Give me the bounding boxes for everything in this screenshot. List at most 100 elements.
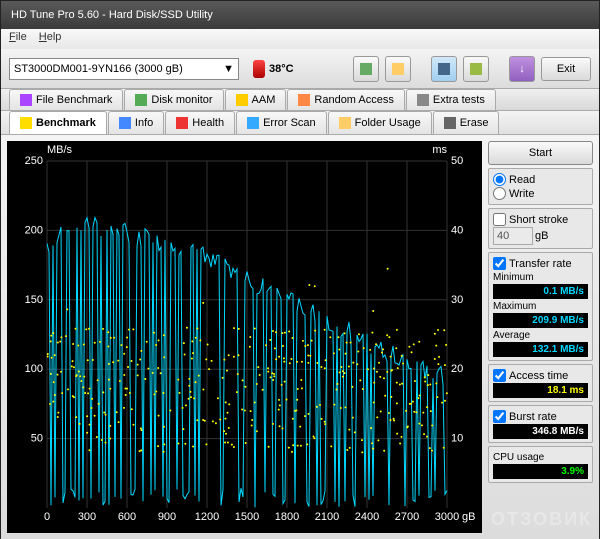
average-label: Average [493, 330, 588, 341]
short-stroke-check[interactable]: Short stroke [493, 213, 588, 226]
tab-health[interactable]: Health [165, 111, 235, 134]
tab-file-benchmark[interactable]: File Benchmark [9, 89, 123, 110]
tab-erase[interactable]: Erase [433, 111, 500, 134]
stroke-group: Short stroke gB [488, 208, 593, 249]
svg-text:1500: 1500 [235, 511, 259, 523]
cpu-group: CPU usage 3.9% [488, 446, 593, 483]
save-button[interactable]: ↓ [509, 56, 535, 82]
svg-text:300: 300 [78, 511, 96, 523]
burst-rate-check[interactable]: Burst rate [493, 410, 588, 423]
tab-disk-monitor[interactable]: Disk monitor [124, 89, 223, 110]
info-icon [119, 117, 131, 129]
svg-text:600: 600 [118, 511, 136, 523]
tab-row-lower: Benchmark Info Health Error Scan Folder … [1, 111, 599, 135]
svg-text:MB/s: MB/s [47, 144, 73, 156]
svg-text:150: 150 [25, 294, 43, 306]
svg-text:50: 50 [31, 433, 43, 445]
tab-aam[interactable]: AAM [225, 89, 287, 110]
svg-text:3000: 3000 [435, 511, 459, 523]
svg-text:2400: 2400 [355, 511, 379, 523]
options-button[interactable] [463, 56, 489, 82]
drive-select[interactable]: ST3000DM001-9YN166 (3000 gB) ▼ [9, 58, 239, 80]
burst-value: 346.8 MB/s [493, 424, 588, 439]
camera-button[interactable] [431, 56, 457, 82]
maximum-label: Maximum [493, 301, 588, 312]
benchmark-chart: 50 100 150 200 250 10 20 30 40 50 0 300 600 900 1200 15… [7, 141, 482, 533]
svg-text:1200: 1200 [195, 511, 219, 523]
menu-help[interactable]: Help [39, 31, 62, 47]
camera-icon [438, 63, 450, 75]
tab-info[interactable]: Info [108, 111, 164, 134]
minimum-label: Minimum [493, 272, 588, 283]
average-value: 132.1 MB/s [493, 342, 588, 357]
svg-text:0: 0 [44, 511, 50, 523]
svg-text:2700: 2700 [395, 511, 419, 523]
search-icon [247, 117, 259, 129]
side-panel: Start Read Write Short stroke gB Transfe… [488, 141, 593, 533]
read-radio[interactable]: Read [493, 173, 588, 186]
tab-row-upper: File Benchmark Disk monitor AAM Random A… [1, 89, 599, 111]
svg-text:1800: 1800 [275, 511, 299, 523]
trash-icon [444, 117, 456, 129]
svg-text:40: 40 [451, 224, 463, 236]
tab-random-access[interactable]: Random Access [287, 89, 404, 110]
temperature-value: 38°C [269, 63, 294, 75]
stroke-spinner[interactable]: gB [493, 227, 588, 245]
svg-text:100: 100 [25, 363, 43, 375]
arrow-down-icon: ↓ [519, 63, 525, 75]
cpu-label: CPU usage [493, 452, 588, 463]
bulb-yellow-icon [20, 117, 32, 129]
stroke-input[interactable] [493, 227, 533, 245]
svg-text:50: 50 [451, 155, 463, 167]
copy-icon [360, 63, 372, 75]
svg-text:20: 20 [451, 363, 463, 375]
access-group: Access time 18.1 ms [488, 364, 593, 402]
start-button[interactable]: Start [488, 141, 593, 165]
menu-file[interactable]: File [9, 31, 27, 47]
maximum-value: 209.9 MB/s [493, 313, 588, 328]
tab-extra-tests[interactable]: Extra tests [406, 89, 496, 110]
gears-icon [470, 63, 482, 75]
access-value: 18.1 ms [493, 383, 588, 398]
svg-text:900: 900 [158, 511, 176, 523]
transfer-group: Transfer rate Minimum 0.1 MB/s Maximum 2… [488, 252, 593, 361]
burst-group: Burst rate 346.8 MB/s [488, 405, 593, 443]
content-area: 50 100 150 200 250 10 20 30 40 50 0 300 600 900 1200 15… [1, 135, 599, 539]
svg-text:200: 200 [25, 224, 43, 236]
access-time-check[interactable]: Access time [493, 369, 588, 382]
bulb-icon [20, 94, 32, 106]
extra-icon [417, 94, 429, 106]
svg-text:30: 30 [451, 294, 463, 306]
health-icon [176, 117, 188, 129]
svg-text:250: 250 [25, 155, 43, 167]
screenshot-button[interactable] [385, 56, 411, 82]
drive-name: ST3000DM001-9YN166 (3000 gB) [14, 63, 183, 75]
temperature-display: 38°C [253, 60, 294, 78]
app-window: HD Tune Pro 5.60 - Hard Disk/SSD Utility… [0, 0, 600, 538]
cpu-value: 3.9% [493, 464, 588, 479]
thermometer-icon [253, 60, 265, 78]
tab-folder-usage[interactable]: Folder Usage [328, 111, 432, 134]
speaker-icon [236, 94, 248, 106]
titlebar: HD Tune Pro 5.60 - Hard Disk/SSD Utility [1, 1, 599, 29]
svg-text:2100: 2100 [315, 511, 339, 523]
dropdown-arrow-icon: ▼ [223, 63, 234, 75]
mode-group: Read Write [488, 168, 593, 205]
exit-button[interactable]: Exit [541, 57, 591, 81]
svg-text:gB: gB [462, 511, 475, 523]
toolbar: ST3000DM001-9YN166 (3000 gB) ▼ 38°C ↓ Ex… [1, 49, 599, 89]
folder-icon [339, 117, 351, 129]
copy-info-button[interactable] [353, 56, 379, 82]
tab-error-scan[interactable]: Error Scan [236, 111, 327, 134]
write-radio[interactable]: Write [493, 187, 588, 200]
random-icon [298, 94, 310, 106]
svg-text:ms: ms [432, 144, 447, 156]
menubar: File Help [1, 29, 599, 49]
chart-svg: 50 100 150 200 250 10 20 30 40 50 0 300 600 900 1200 15… [7, 141, 482, 533]
monitor-icon [135, 94, 147, 106]
transfer-rate-check[interactable]: Transfer rate [493, 257, 588, 270]
minimum-value: 0.1 MB/s [493, 284, 588, 299]
svg-text:10: 10 [451, 433, 463, 445]
tab-benchmark[interactable]: Benchmark [9, 111, 107, 134]
page-icon [392, 63, 404, 75]
